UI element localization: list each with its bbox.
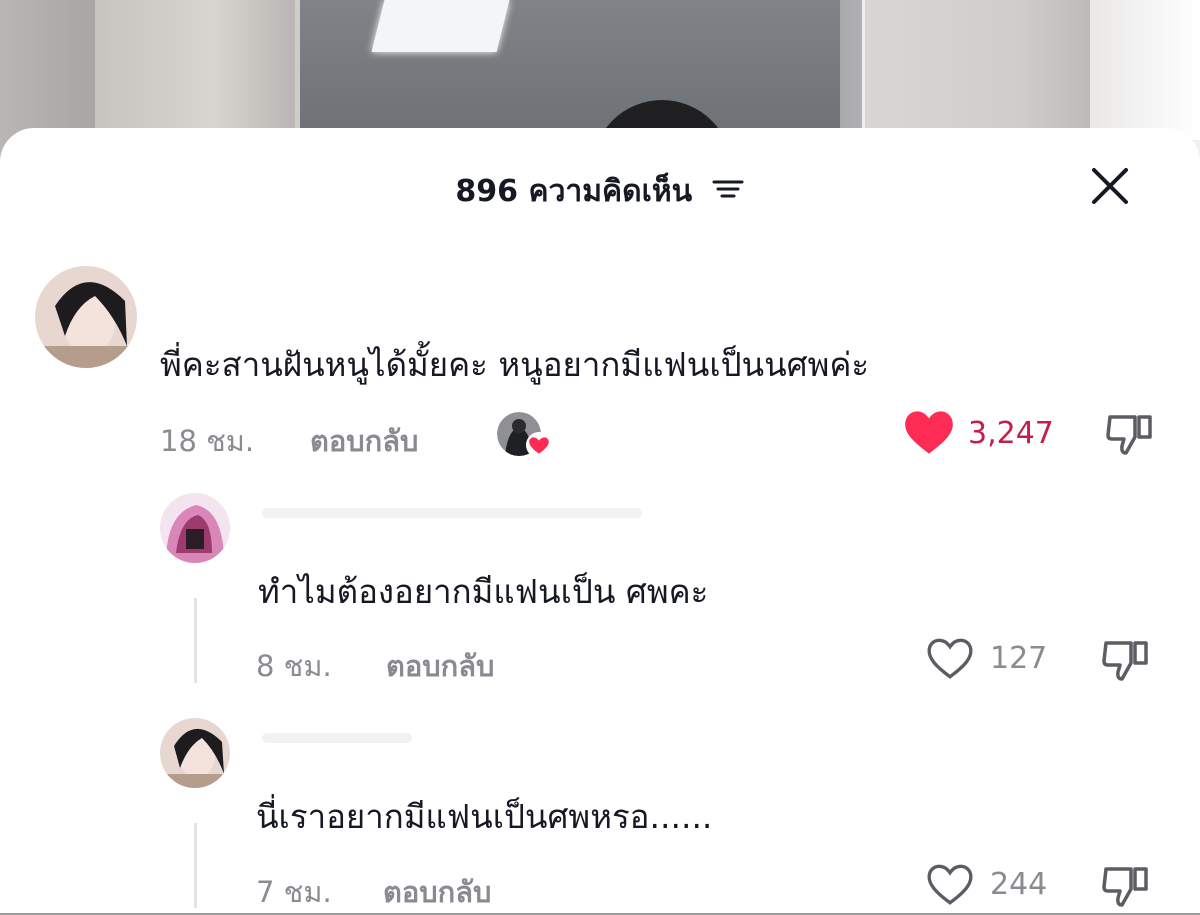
comments-sheet: 896 ความคิดเห็น พี่คะสานฝันหนูได้มั้ยคะ …	[0, 128, 1200, 913]
comment-text: พี่คะสานฝันหนูได้มั้ยคะ หนูอยากมีแฟนเป็น…	[160, 345, 870, 384]
reply-button[interactable]: ตอบกลับ	[310, 418, 418, 464]
close-icon	[1092, 168, 1128, 204]
reply-button[interactable]: ตอบกลับ	[383, 869, 491, 915]
video-door	[862, 0, 1090, 140]
avatar[interactable]	[160, 493, 230, 563]
username-blurred	[262, 508, 642, 518]
comment-time: 8 ชม.	[256, 649, 332, 683]
video-right-wall	[1090, 0, 1200, 140]
avatar[interactable]	[35, 266, 137, 368]
filter-icon[interactable]	[711, 175, 745, 210]
reply-button[interactable]: ตอบกลับ	[386, 643, 494, 689]
video-wall	[95, 0, 295, 140]
comment-text: ทำไมต้องอยากมีแฟนเป็น ศพคะ	[258, 572, 709, 611]
thread-line	[194, 823, 197, 908]
comment-time: 18 ชม.	[160, 424, 255, 458]
like-count: 127	[990, 641, 1048, 676]
like-count: 3,247	[968, 416, 1054, 451]
comment-time: 7 ชม.	[256, 875, 332, 909]
avatar[interactable]	[160, 718, 230, 788]
heart-filled-icon[interactable]	[903, 408, 955, 460]
comments-header: 896 ความคิดเห็น	[0, 168, 1200, 215]
heart-outline-icon[interactable]	[925, 635, 975, 685]
video-ceiling-light	[371, 0, 510, 52]
dislike-icon[interactable]	[1100, 635, 1150, 689]
comment-count: 896	[455, 174, 519, 209]
like-count: 244	[990, 867, 1048, 902]
thread-line	[194, 598, 197, 683]
comment-text: นี่เราอยากมีแฟนเป็นศพหรอ......	[256, 797, 713, 836]
dislike-icon[interactable]	[1104, 409, 1154, 463]
username-blurred	[262, 733, 412, 743]
creator-heart-icon	[526, 432, 552, 458]
heart-outline-icon[interactable]	[925, 861, 975, 911]
dislike-icon[interactable]	[1100, 861, 1150, 915]
close-button[interactable]	[1090, 166, 1130, 206]
comments-title: ความคิดเห็น	[528, 174, 693, 209]
